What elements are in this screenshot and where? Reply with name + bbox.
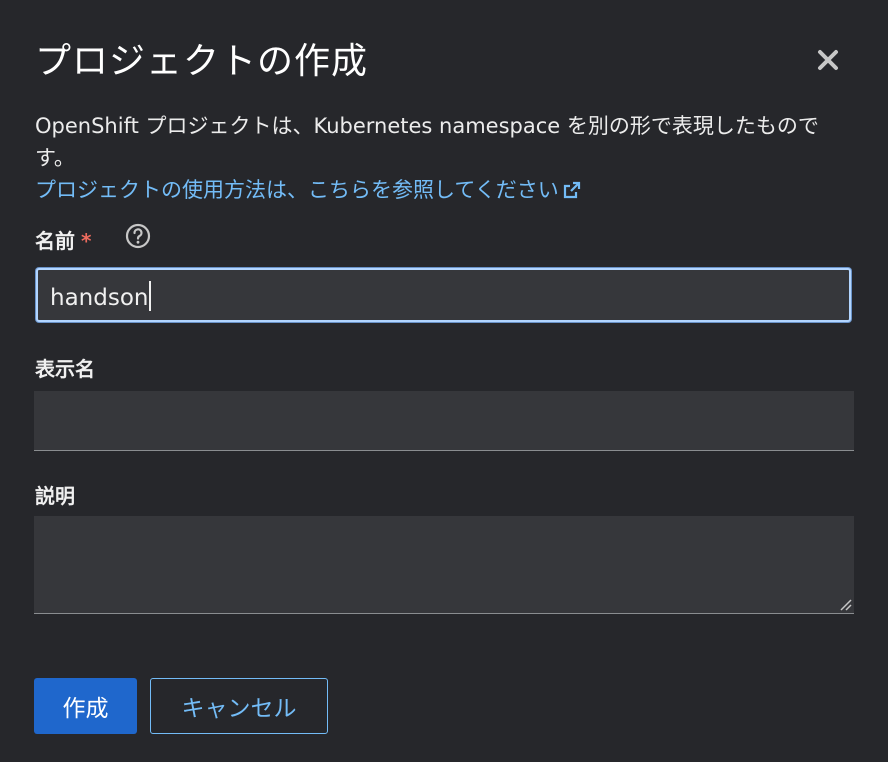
- cancel-button[interactable]: キャンセル: [150, 678, 328, 734]
- name-input-value: handson: [50, 285, 149, 311]
- modal-description: OpenShift プロジェクトは、Kubernetes namespace を…: [35, 114, 819, 170]
- name-input[interactable]: handson: [36, 268, 851, 322]
- name-label: 名前 *: [35, 225, 91, 254]
- modal-title: プロジェクトの作成: [35, 41, 369, 82]
- help-circle-icon[interactable]: [125, 223, 151, 249]
- description-textarea[interactable]: [34, 516, 854, 614]
- create-button[interactable]: 作成: [34, 678, 137, 734]
- description-label: 説明: [35, 484, 75, 508]
- text-caret: [149, 281, 152, 311]
- required-indicator: *: [81, 229, 92, 253]
- display-name-input[interactable]: [34, 391, 854, 451]
- project-usage-link[interactable]: プロジェクトの使用方法は、こちらを参照してください: [35, 174, 581, 206]
- project-usage-link-text[interactable]: プロジェクトの使用方法は、こちらを参照してください: [35, 178, 559, 202]
- resize-handle-icon[interactable]: [838, 597, 852, 611]
- create-project-modal: プロジェクトの作成 OpenShift プロジェクトは、Kubernetes n…: [0, 0, 888, 762]
- close-icon[interactable]: [814, 46, 842, 74]
- display-name-label: 表示名: [35, 357, 95, 381]
- name-label-text: 名前: [35, 229, 75, 253]
- external-link-icon: [563, 181, 580, 199]
